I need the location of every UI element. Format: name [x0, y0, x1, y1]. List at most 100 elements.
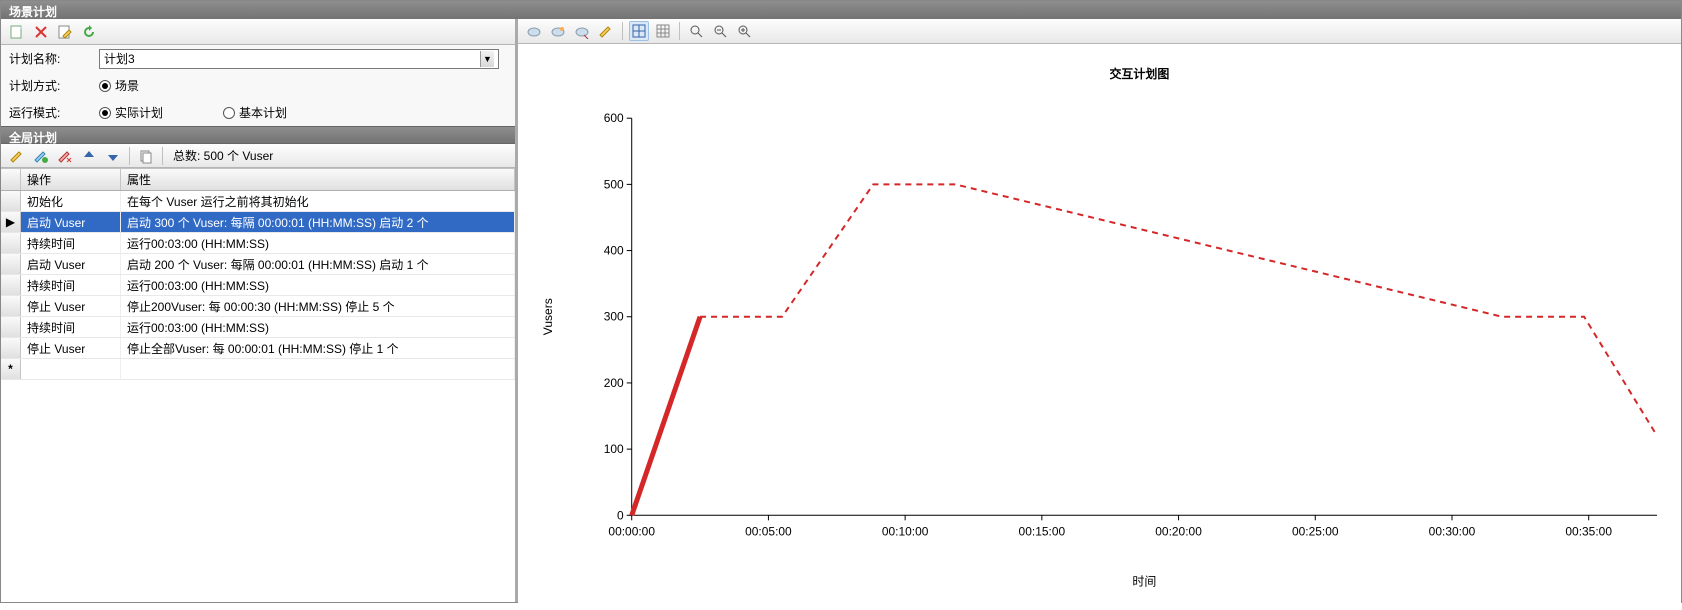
row-marker-icon	[1, 233, 21, 253]
chart-cloud2-icon[interactable]	[548, 21, 568, 41]
row-marker-icon	[1, 254, 21, 274]
move-up-icon[interactable]	[79, 146, 99, 166]
move-down-icon[interactable]	[103, 146, 123, 166]
table-row[interactable]: 停止 Vuser停止全部Vuser: 每 00:00:01 (HH:MM:SS)…	[1, 338, 515, 359]
mode-actual-label: 实际计划	[115, 104, 163, 121]
svg-text:00:15:00: 00:15:00	[1019, 524, 1066, 538]
plan-method-label: 计划方式:	[9, 77, 99, 94]
global-plan-title: 全局计划	[1, 126, 515, 144]
cell-attribute: 运行00:03:00 (HH:MM:SS)	[121, 233, 515, 253]
svg-text:时间: 时间	[1132, 574, 1156, 588]
copy-icon[interactable]	[136, 146, 156, 166]
cell-operation: 持续时间	[21, 275, 121, 295]
chevron-down-icon: ▼	[480, 51, 494, 67]
plan-name-value: 计划3	[104, 50, 135, 67]
row-marker-icon: ▶	[1, 212, 21, 232]
table-row[interactable]: ▶启动 Vuser启动 300 个 Vuser: 每隔 00:00:01 (HH…	[1, 212, 515, 233]
global-toolbar: 总数: 500 个 Vuser	[1, 144, 515, 168]
cell-operation: 初始化	[21, 191, 121, 211]
cell-attribute: 停止全部Vuser: 每 00:00:01 (HH:MM:SS) 停止 1 个	[121, 338, 515, 358]
method-scene-radio[interactable]: 场景	[99, 77, 139, 94]
svg-text:600: 600	[604, 111, 624, 125]
cell-attribute: 运行00:03:00 (HH:MM:SS)	[121, 275, 515, 295]
chart-grid2-icon[interactable]	[653, 21, 673, 41]
svg-text:00:05:00: 00:05:00	[745, 524, 792, 538]
chart-area: 交互计划图Vusers时间010020030040050060000:00:00…	[518, 44, 1681, 610]
svg-text:00:20:00: 00:20:00	[1155, 524, 1202, 538]
cell-attribute: 启动 200 个 Vuser: 每隔 00:00:01 (HH:MM:SS) 启…	[121, 254, 515, 274]
left-pane: 计划名称: 计划3 ▼ 计划方式: 场景 运行模式:	[1, 19, 518, 602]
row-marker-icon	[1, 191, 21, 211]
cell-attribute: 停止200Vuser: 每 00:00:30 (HH:MM:SS) 停止 5 个	[121, 296, 515, 316]
chart-cloud3-icon[interactable]	[572, 21, 592, 41]
svg-text:500: 500	[604, 177, 624, 191]
table-row[interactable]: 持续时间运行00:03:00 (HH:MM:SS)	[1, 317, 515, 338]
svg-text:0: 0	[617, 508, 624, 522]
edit-icon[interactable]	[55, 22, 75, 42]
cell-attribute: 运行00:03:00 (HH:MM:SS)	[121, 317, 515, 337]
plan-name-combo[interactable]: 计划3 ▼	[99, 49, 499, 69]
actions-grid[interactable]: 操作 属性 初始化在每个 Vuser 运行之前将其初始化▶启动 Vuser启动 …	[1, 168, 515, 602]
right-pane: 交互计划图Vusers时间010020030040050060000:00:00…	[518, 19, 1681, 602]
svg-text:300: 300	[604, 310, 624, 324]
svg-text:400: 400	[604, 244, 624, 258]
table-row[interactable]: 启动 Vuser启动 200 个 Vuser: 每隔 00:00:01 (HH:…	[1, 254, 515, 275]
cell-attribute: 在每个 Vuser 运行之前将其初始化	[121, 191, 515, 211]
cell-operation: 启动 Vuser	[21, 212, 121, 232]
row-marker-icon	[1, 296, 21, 316]
svg-text:00:25:00: 00:25:00	[1292, 524, 1339, 538]
method-scene-label: 场景	[115, 77, 139, 94]
zoom-in-icon[interactable]	[734, 21, 754, 41]
plan-form: 计划名称: 计划3 ▼ 计划方式: 场景 运行模式:	[1, 45, 515, 126]
svg-text:00:35:00: 00:35:00	[1565, 524, 1612, 538]
cell-attribute: 启动 300 个 Vuser: 每隔 00:00:01 (HH:MM:SS) 启…	[121, 212, 515, 232]
svg-text:200: 200	[604, 376, 624, 390]
chart-toolbar	[518, 19, 1681, 44]
new-row[interactable]: *	[1, 359, 515, 380]
remove-action-icon[interactable]	[55, 146, 75, 166]
svg-text:Vusers: Vusers	[541, 298, 555, 335]
cell-operation: 持续时间	[21, 317, 121, 337]
cell-operation: 持续时间	[21, 233, 121, 253]
chart-grid1-icon[interactable]	[629, 21, 649, 41]
mode-basic-label: 基本计划	[239, 104, 287, 121]
row-marker-icon	[1, 275, 21, 295]
add-action-icon[interactable]	[7, 146, 27, 166]
delete-icon[interactable]	[31, 22, 51, 42]
radio-on-icon	[99, 80, 111, 92]
table-row[interactable]: 停止 Vuser停止200Vuser: 每 00:00:30 (HH:MM:SS…	[1, 296, 515, 317]
zoom-out-icon[interactable]	[710, 21, 730, 41]
row-marker-icon	[1, 317, 21, 337]
header-operation[interactable]: 操作	[21, 169, 121, 190]
svg-text:100: 100	[604, 442, 624, 456]
svg-text:00:30:00: 00:30:00	[1429, 524, 1476, 538]
window-title: 场景计划	[1, 1, 1681, 19]
interactive-chart[interactable]: 交互计划图Vusers时间010020030040050060000:00:00…	[522, 48, 1677, 606]
table-row[interactable]: 持续时间运行00:03:00 (HH:MM:SS)	[1, 275, 515, 296]
chart-cloud1-icon[interactable]	[524, 21, 544, 41]
total-vusers-text: 总数: 500 个 Vuser	[173, 147, 273, 164]
row-marker-icon	[1, 338, 21, 358]
table-row[interactable]: 持续时间运行00:03:00 (HH:MM:SS)	[1, 233, 515, 254]
new-row-marker-icon: *	[1, 359, 21, 379]
edit-action-icon[interactable]	[31, 146, 51, 166]
chart-pencil-icon[interactable]	[596, 21, 616, 41]
mode-actual-radio[interactable]: 实际计划	[99, 104, 163, 121]
svg-text:交互计划图: 交互计划图	[1109, 66, 1169, 81]
plan-name-label: 计划名称:	[9, 50, 99, 67]
top-toolbar	[1, 19, 515, 45]
radio-on-icon	[99, 107, 111, 119]
grid-header: 操作 属性	[1, 169, 515, 191]
header-attribute[interactable]: 属性	[121, 169, 515, 190]
table-row[interactable]: 初始化在每个 Vuser 运行之前将其初始化	[1, 191, 515, 212]
cell-operation: 停止 Vuser	[21, 338, 121, 358]
mode-basic-radio[interactable]: 基本计划	[223, 104, 287, 121]
zoom-fit-icon[interactable]	[686, 21, 706, 41]
radio-off-icon	[223, 107, 235, 119]
cell-operation: 停止 Vuser	[21, 296, 121, 316]
svg-text:00:10:00: 00:10:00	[882, 524, 929, 538]
new-plan-icon[interactable]	[7, 22, 27, 42]
cell-operation: 启动 Vuser	[21, 254, 121, 274]
run-mode-label: 运行模式:	[9, 104, 99, 121]
refresh-icon[interactable]	[79, 22, 99, 42]
